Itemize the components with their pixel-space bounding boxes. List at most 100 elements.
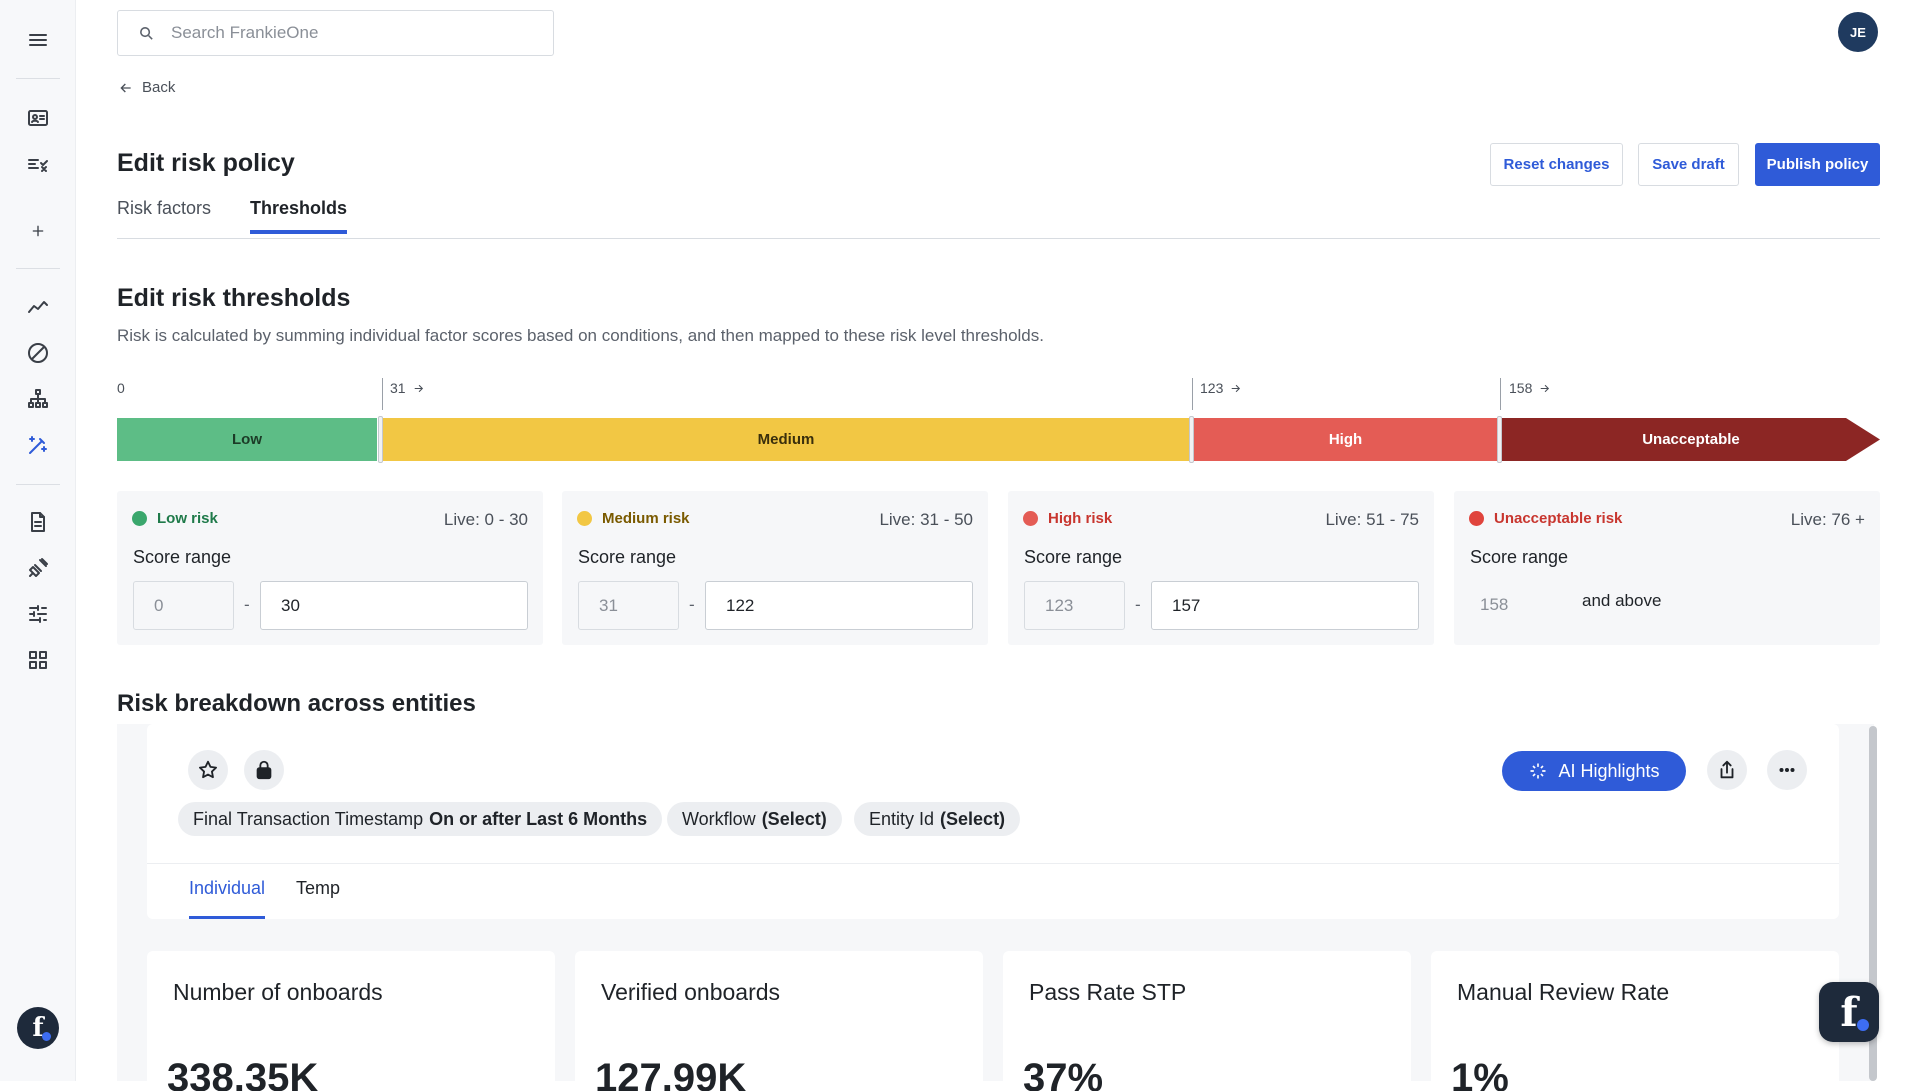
- search-input[interactable]: [171, 23, 531, 43]
- score-range-label: Score range: [133, 547, 232, 567]
- checklist-icon[interactable]: [22, 148, 54, 180]
- medium-risk-card: Medium risk Live: 31 - 50 Score range 31…: [562, 491, 988, 645]
- dashboard-divider: [147, 863, 1839, 864]
- scale-tick: 0: [117, 380, 125, 396]
- kpi-title: Pass Rate STP: [1029, 979, 1187, 1005]
- level-label: High risk: [1023, 510, 1112, 527]
- frankie-logo[interactable]: f: [17, 1007, 59, 1049]
- score-range-label: Score range: [578, 547, 677, 567]
- tab-risk-factors[interactable]: Risk factors: [117, 198, 211, 219]
- nav-rail: f: [0, 0, 76, 1081]
- scale-divider: [382, 378, 383, 410]
- threshold-drag-handle[interactable]: [378, 416, 383, 463]
- kpi-title: Number of onboards: [173, 979, 383, 1005]
- star-icon: [199, 760, 217, 779]
- threshold-drag-handle[interactable]: [1497, 416, 1502, 463]
- tab-individual[interactable]: Individual: [189, 878, 266, 919]
- segment-low: Low: [117, 418, 377, 461]
- id-card-icon[interactable]: [22, 102, 54, 134]
- analytics-icon[interactable]: [22, 291, 54, 323]
- score-max-input[interactable]: [1151, 581, 1419, 630]
- user-avatar[interactable]: JE: [1838, 12, 1878, 52]
- risk-policy-icon[interactable]: [22, 429, 54, 461]
- help-launcher-button[interactable]: f: [1819, 982, 1879, 1042]
- plus-icon[interactable]: [22, 215, 54, 247]
- kpi-card: Verified onboards 127.99K: [575, 951, 983, 1091]
- search-bar[interactable]: [117, 10, 554, 56]
- level-label: Low risk: [132, 510, 218, 527]
- score-max-input[interactable]: [260, 581, 528, 630]
- status-dot: [132, 511, 147, 526]
- kpi-card: Number of onboards 338.35K: [147, 951, 555, 1091]
- arrow-right-icon: [1232, 384, 1241, 392]
- back-link[interactable]: Back: [118, 79, 175, 96]
- favorite-button[interactable]: [188, 750, 228, 790]
- publish-policy-button[interactable]: Publish policy: [1755, 143, 1880, 186]
- level-label: Medium risk: [577, 510, 690, 527]
- menu-icon[interactable]: [22, 24, 54, 56]
- score-min-field: 0: [133, 581, 234, 630]
- page-title: Edit risk policy: [117, 149, 295, 177]
- kpi-title: Manual Review Rate: [1457, 979, 1670, 1005]
- range-dash: -: [244, 595, 250, 614]
- share-button[interactable]: [1707, 750, 1747, 790]
- range-dash: -: [1135, 595, 1141, 614]
- tab-temp[interactable]: Temp: [296, 878, 340, 899]
- filter-chip-timestamp[interactable]: Final Transaction Timestamp On or after L…: [178, 802, 663, 836]
- score-max-input[interactable]: [705, 581, 973, 630]
- arrow-right-icon: [1541, 384, 1550, 392]
- live-range: Live: 31 - 50: [879, 510, 973, 529]
- segment-medium: Medium: [383, 418, 1189, 461]
- kpi-value: 338.35K: [167, 1056, 319, 1091]
- score-range-label: Score range: [1470, 547, 1569, 567]
- and-above-label: and above: [1582, 591, 1662, 610]
- status-dot: [577, 511, 592, 526]
- live-range: Live: 76 +: [1790, 510, 1865, 529]
- more-icon: [1779, 767, 1795, 773]
- policy-tabs: Risk factors Thresholds: [117, 196, 1880, 239]
- blocked-icon[interactable]: [22, 337, 54, 369]
- reset-changes-button[interactable]: Reset changes: [1490, 143, 1623, 186]
- document-icon[interactable]: [22, 506, 54, 538]
- filter-chip-workflow[interactable]: Workflow (Select): [667, 802, 842, 836]
- save-draft-button[interactable]: Save draft: [1638, 143, 1739, 186]
- scale-tick: 31: [390, 380, 425, 396]
- grid-icon[interactable]: [22, 644, 54, 676]
- plug-icon[interactable]: [22, 552, 54, 584]
- score-min-field: 31: [578, 581, 679, 630]
- scale-tick: 123: [1200, 380, 1242, 396]
- more-options-button[interactable]: [1767, 750, 1807, 790]
- status-dot: [1469, 511, 1484, 526]
- level-label: Unacceptable risk: [1469, 510, 1622, 527]
- status-dot: [1023, 511, 1038, 526]
- kpi-value: 37%: [1023, 1056, 1104, 1091]
- segment-high: High: [1194, 418, 1497, 461]
- threshold-drag-handle[interactable]: [1189, 416, 1194, 463]
- scale-tick: 158: [1509, 380, 1551, 396]
- high-risk-card: High risk Live: 51 - 75 Score range 123 …: [1008, 491, 1434, 645]
- sparkle-icon: [1530, 763, 1546, 779]
- kpi-value: 1%: [1451, 1056, 1509, 1091]
- rail-divider: [16, 78, 60, 79]
- rail-divider: [16, 484, 60, 485]
- search-icon: [140, 26, 153, 40]
- rail-divider: [16, 268, 60, 269]
- ai-highlights-button[interactable]: AI Highlights: [1502, 751, 1686, 791]
- live-range: Live: 51 - 75: [1325, 510, 1419, 529]
- hierarchy-icon[interactable]: [22, 383, 54, 415]
- unacceptable-risk-card: Unacceptable risk Live: 76 + Score range…: [1454, 491, 1880, 645]
- sliders-icon[interactable]: [22, 598, 54, 630]
- kpi-card: Manual Review Rate 1%: [1431, 951, 1839, 1091]
- thresholds-heading: Edit risk thresholds: [117, 284, 351, 312]
- arrow-left-icon: [120, 83, 131, 92]
- breakdown-heading: Risk breakdown across entities: [117, 690, 476, 717]
- filter-chip-entity-id[interactable]: Entity Id (Select): [854, 802, 1021, 836]
- kpi-value: 127.99K: [595, 1056, 747, 1091]
- lock-button[interactable]: [244, 750, 284, 790]
- score-min-value: 158: [1480, 595, 1509, 614]
- thresholds-description: Risk is calculated by summing individual…: [117, 326, 1044, 345]
- tab-thresholds[interactable]: Thresholds: [250, 198, 348, 234]
- score-min-field: 123: [1024, 581, 1125, 630]
- kpi-title: Verified onboards: [601, 979, 781, 1005]
- scale-divider: [1192, 378, 1193, 410]
